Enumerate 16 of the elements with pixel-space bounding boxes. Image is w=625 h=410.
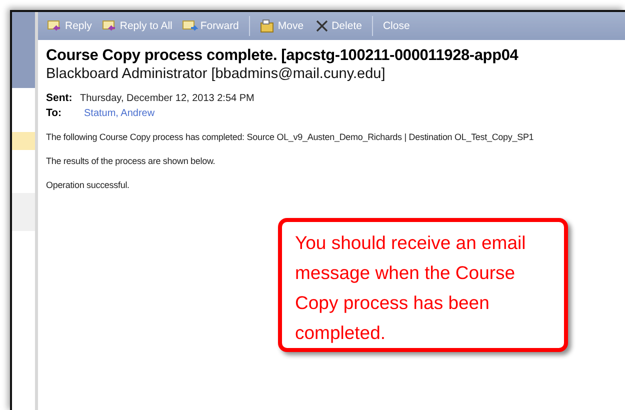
recipient-link[interactable]: Statum, Andrew: [84, 108, 155, 119]
toolbar-button[interactable]: Forward: [179, 19, 242, 33]
message-sender: Blackboard Administrator [bbadmins@mail.cuny.edu]: [46, 65, 386, 83]
to-label: To:: [46, 107, 63, 119]
message-paragraph: Operation successful.: [46, 179, 130, 191]
sent-label: Sent:: [46, 92, 74, 104]
toolbar-button[interactable]: Close: [380, 20, 413, 32]
toolbar-button[interactable]: Reply: [44, 19, 95, 33]
toolbar-button[interactable]: Move: [256, 19, 307, 33]
sent-date: Thursday, December 12, 2013 2:54 PM: [80, 93, 254, 104]
message-paragraph: The results of the process are shown below.: [46, 155, 216, 167]
callout-note: You should receive an email message when the Course Copy process has been completed.: [278, 218, 568, 352]
message-paragraph: The following Course Copy process has completed: Source OL_v9_Austen_Demo_Richards | Destination OL_Test_Copy_SP1: [46, 131, 534, 143]
message-subject: Course Copy process complete. [apcstg-100211-000011928-app04: [46, 46, 518, 65]
toolbar-button[interactable]: Reply to All: [98, 19, 176, 33]
toolbar-button[interactable]: Delete: [310, 19, 365, 33]
